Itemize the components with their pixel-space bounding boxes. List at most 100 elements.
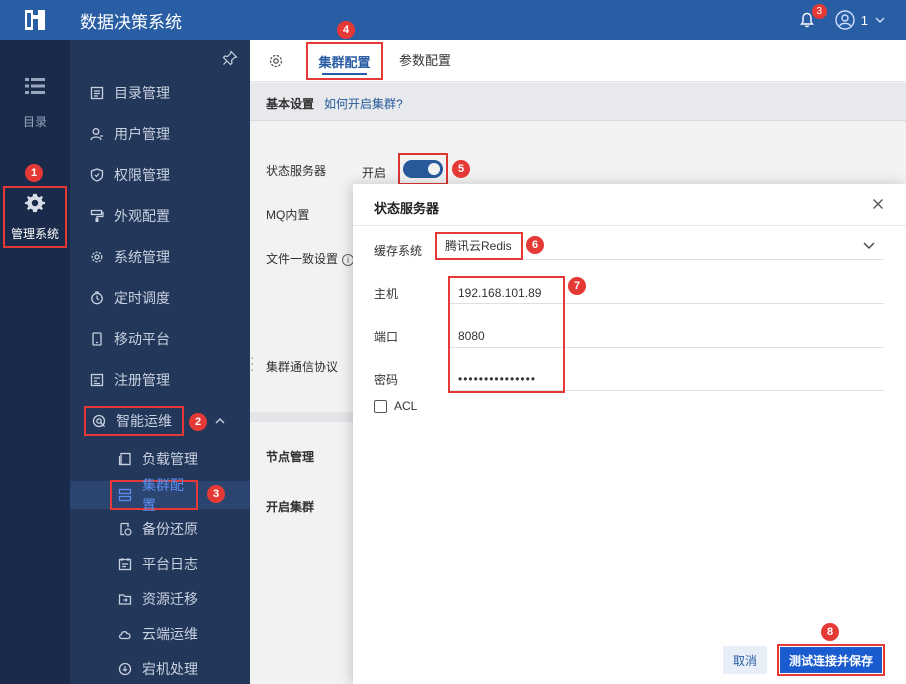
folder-icon — [118, 592, 132, 606]
tab-param-config[interactable]: 参数配置 — [399, 40, 451, 82]
status-server-label: 状态服务器 — [266, 164, 327, 178]
marker-6: 6 — [526, 236, 544, 254]
close-icon[interactable] — [870, 196, 886, 212]
section-header: 基本设置 如何开启集群? — [250, 83, 906, 121]
save-button-highlight: 测试连接并保存 — [777, 644, 885, 676]
sidebar-sub-item-load[interactable]: 负载管理 — [118, 447, 198, 471]
acl-checkbox[interactable] — [374, 399, 387, 413]
settings-gear-icon[interactable] — [268, 53, 284, 69]
app-title: 数据决策系统 — [80, 12, 182, 32]
sidebar-item-label: 注册管理 — [114, 372, 170, 388]
sidebar-sub-item-logs[interactable]: 平台日志 — [118, 552, 198, 576]
sidebar-item-smart-ops[interactable]: 智能运维 — [84, 406, 184, 436]
tab-cluster-config[interactable]: 集群配置 — [306, 42, 383, 80]
sidebar-sub-item-cloud[interactable]: 云端运维 — [118, 622, 198, 646]
clock-icon — [90, 291, 104, 305]
sidebar-item-label: 资源迁移 — [142, 591, 198, 607]
marker-5: 5 — [452, 160, 470, 178]
sidebar-item-label: 系统管理 — [114, 249, 170, 265]
sidebar-item-registration[interactable]: 注册管理 — [90, 368, 170, 392]
tab-bar: 集群配置 参数配置 — [250, 40, 906, 82]
test-and-save-button[interactable]: 测试连接并保存 — [780, 647, 882, 673]
sidebar-item-label: 权限管理 — [114, 167, 170, 183]
connection-fields-highlight — [448, 276, 565, 393]
top-bar: 数据决策系统 3 1 — [0, 0, 906, 40]
shield-icon — [90, 168, 104, 182]
sidebar-sub-item-migration[interactable]: 资源迁移 — [118, 587, 198, 611]
gear-icon — [24, 193, 46, 213]
register-icon — [90, 373, 104, 387]
sidebar-item-label: 智能运维 — [116, 413, 172, 429]
password-label: 密码 — [374, 373, 399, 387]
gear-icon — [90, 250, 104, 264]
sidebar-item-system[interactable]: 系统管理 — [90, 245, 170, 269]
dialog-header: 状态服务器 — [353, 184, 906, 226]
sidebar-item-label: 目录管理 — [114, 85, 170, 101]
mobile-icon — [90, 332, 104, 346]
icon-rail: 目录 管理系统 — [0, 40, 70, 684]
rail-admin-label: 管理系统 — [10, 227, 59, 241]
sidebar-item-mobile[interactable]: 移动平台 — [90, 327, 170, 351]
logo[interactable] — [0, 0, 70, 40]
rail-item-admin[interactable]: 管理系统 — [3, 186, 67, 248]
avatar-icon — [835, 10, 855, 30]
sidebar-sub-item-downtime[interactable]: 宕机处理 — [118, 657, 198, 681]
cloud-icon — [118, 627, 132, 641]
rail-item-catalog[interactable]: 目录 — [0, 76, 70, 130]
notification-button[interactable]: 3 — [797, 4, 827, 30]
cache-system-value: 腾讯云Redis — [435, 232, 523, 260]
chevron-up-icon[interactable] — [214, 415, 226, 427]
sidebar-item-label: 负载管理 — [142, 451, 198, 467]
how-to-enable-cluster-link[interactable]: 如何开启集群? — [324, 95, 403, 112]
backup-icon — [118, 522, 132, 536]
ops-icon — [92, 414, 106, 428]
sidebar-item-label: 平台日志 — [142, 556, 198, 572]
pin-icon[interactable] — [222, 50, 238, 66]
marker-2: 2 — [189, 413, 207, 431]
status-on-label: 开启 — [362, 166, 387, 180]
protocol-label: 集群通信协议 — [266, 360, 339, 374]
sidebar-item-label: 云端运维 — [142, 626, 198, 642]
chevron-down-icon — [863, 242, 875, 249]
marker-1: 1 — [25, 164, 43, 182]
server-icon — [118, 488, 132, 502]
sidebar-item-users[interactable]: 用户管理 — [90, 122, 170, 146]
mq-label: MQ内置 — [266, 208, 310, 222]
sidebar-item-scheduler[interactable]: 定时调度 — [90, 286, 170, 310]
cancel-button[interactable]: 取消 — [723, 646, 767, 674]
catalog-icon — [25, 78, 45, 94]
user-menu[interactable]: 1 — [835, 10, 886, 30]
load-icon — [118, 452, 132, 466]
sidebar-item-label: 集群配置 — [142, 477, 184, 513]
node-management-label: 节点管理 — [266, 450, 315, 464]
toggle-knob — [428, 163, 440, 175]
user-icon — [90, 127, 104, 141]
status-server-dialog: 状态服务器 缓存系统 腾讯云Redis 主机 192.168.101.89 端口… — [353, 184, 906, 684]
sidebar-item-label: 定时调度 — [114, 290, 170, 306]
sidebar-item-label: 外观配置 — [114, 208, 170, 224]
host-label: 主机 — [374, 287, 399, 301]
notification-badge: 3 — [811, 4, 827, 19]
sidebar-item-permissions[interactable]: 权限管理 — [90, 163, 170, 187]
sidebar-sub-item-backup[interactable]: 备份还原 — [118, 517, 198, 541]
file-consistency-label: 文件一致设置 i — [266, 250, 355, 267]
sidebar-item-catalog[interactable]: 目录管理 — [90, 81, 170, 105]
list-icon — [90, 86, 104, 100]
sidebar-item-label: 备份还原 — [142, 521, 198, 537]
sidebar-item-label: 移动平台 — [114, 331, 170, 347]
sidebar-item-label: 用户管理 — [114, 126, 170, 142]
file-consistency-text: 文件一致设置 — [266, 252, 339, 266]
acl-checkbox-row[interactable]: ACL — [374, 399, 417, 413]
drag-handle-icon[interactable]: · · · — [250, 350, 255, 376]
cache-system-label: 缓存系统 — [374, 244, 423, 258]
sidebar: 目录管理 用户管理 权限管理 外观配置 系统管理 定时调度 移动平台 注册管理 … — [70, 40, 250, 684]
calendar-icon — [118, 557, 132, 571]
marker-8: 8 — [821, 623, 839, 641]
sidebar-item-appearance[interactable]: 外观配置 — [90, 204, 170, 228]
status-server-toggle[interactable] — [403, 160, 443, 178]
chevron-down-icon — [875, 17, 885, 23]
recovery-icon — [118, 662, 132, 676]
marker-7: 7 — [568, 277, 586, 295]
enable-cluster-label: 开启集群 — [266, 500, 315, 514]
sidebar-sub-item-cluster[interactable]: 集群配置 — [110, 477, 198, 513]
